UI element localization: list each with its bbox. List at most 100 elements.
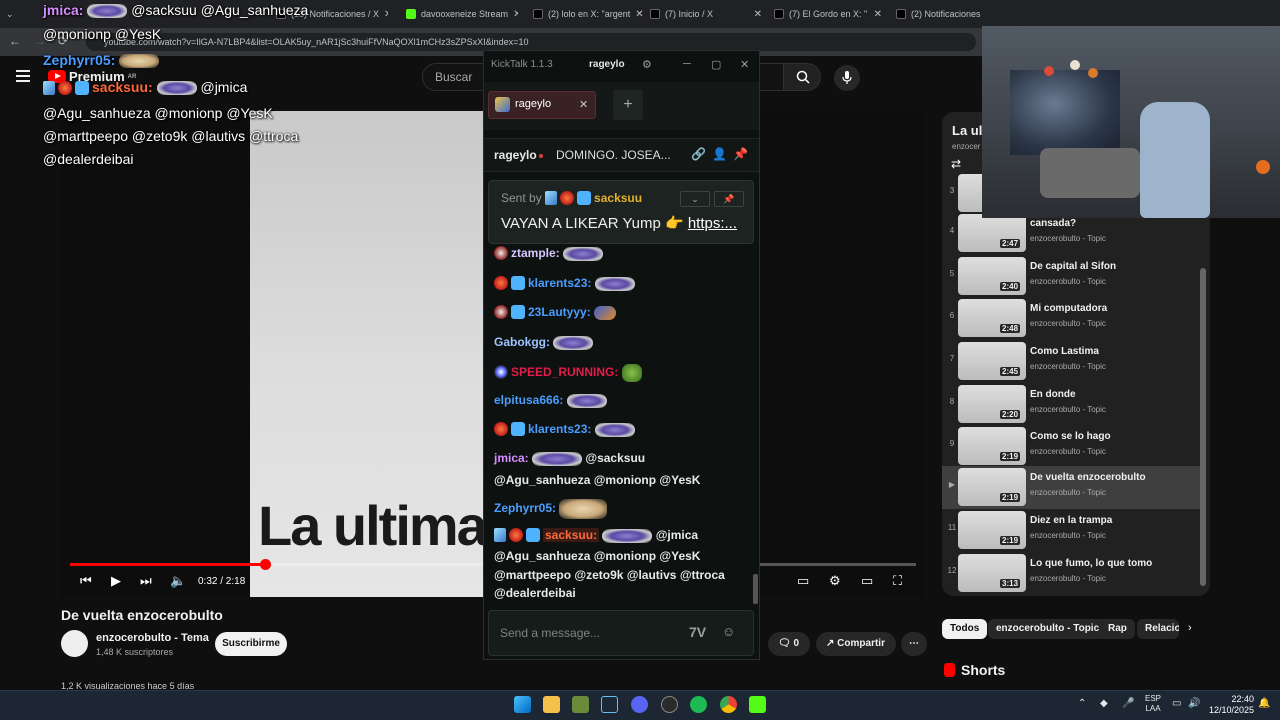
duration-badge: 2:19 <box>1000 452 1021 461</box>
maximize-icon[interactable]: ▢ <box>711 58 721 71</box>
chevron-right-icon[interactable]: › <box>1188 622 1192 634</box>
playlist-item[interactable]: 12 3:13 Lo que fumo, lo que tomo enzocerobu… <box>942 552 1200 595</box>
playlist-title[interactable]: La ul <box>952 123 982 138</box>
expand-pin-icon[interactable]: ⌄ <box>680 191 710 207</box>
share-button[interactable]: ↗ Compartir <box>816 632 896 656</box>
playlist-item[interactable]: 9 2:19 Como se lo hago enzocerobulto - Topi… <box>942 425 1200 468</box>
settings-icon[interactable]: ⚙ <box>829 573 841 589</box>
add-tab-button[interactable]: + <box>613 90 643 120</box>
playlist-item[interactable]: 8 2:20 En donde enzocerobulto - Topic <box>942 383 1200 426</box>
webcam-chair <box>1140 102 1210 218</box>
playlist-scrollbar[interactable] <box>1200 268 1206 586</box>
notification-icon[interactable]: 🔔 <box>1258 698 1270 709</box>
menu-icon[interactable] <box>16 70 30 82</box>
chat-scrollbar[interactable] <box>753 574 758 604</box>
next-icon[interactable]: ⏭ <box>140 573 152 589</box>
chevron-up-icon[interactable]: ⌃ <box>1078 698 1086 709</box>
spotify-icon[interactable] <box>690 696 707 713</box>
back-icon[interactable]: ← <box>9 34 21 48</box>
comments-button[interactable]: 🗨 0 <box>768 632 810 656</box>
theater-mode-icon[interactable]: ▭ <box>861 573 873 589</box>
pinned-by: Sent by sacksuu <box>501 191 643 205</box>
play-icon[interactable]: ▶ <box>111 573 121 589</box>
app-icon[interactable] <box>572 696 589 713</box>
channel-name[interactable]: enzocerobulto - Tema <box>96 632 209 644</box>
playlist-item[interactable]: 7 2:45 Como Lastima enzocerobulto - Topic <box>942 340 1200 383</box>
discord-icon[interactable] <box>631 696 648 713</box>
file-explorer-icon[interactable] <box>543 696 560 713</box>
pinned-link[interactable]: https:... <box>688 215 737 232</box>
previous-icon[interactable]: ⏮ <box>80 573 92 589</box>
search-icon <box>796 70 810 84</box>
browser-tab[interactable]: (7) Inicio / X ✕ <box>644 4 768 24</box>
subscribe-button[interactable]: Suscribirme <box>215 632 287 656</box>
chat-message: jmica: @sacksuu <box>494 451 646 466</box>
decoration <box>1044 66 1054 76</box>
chip-all[interactable]: Todos <box>942 619 988 639</box>
voice-search-button[interactable] <box>834 65 860 91</box>
tab-list-button[interactable]: ⌄ <box>0 4 24 24</box>
chip-related[interactable]: Relacio <box>1137 619 1179 639</box>
close-tab-icon[interactable]: ✕ <box>579 98 588 111</box>
volume-icon[interactable]: 🔈 <box>170 573 186 589</box>
chrome-icon[interactable] <box>720 696 737 713</box>
close-icon[interactable]: ✕ <box>874 9 888 20</box>
more-actions-button[interactable]: ⋯ <box>901 632 927 656</box>
start-icon[interactable] <box>514 696 531 713</box>
playlist-item[interactable]: 4 2:47 cansada? enzocerobulto - Topic <box>942 212 1200 255</box>
ice-badge-icon <box>511 305 525 319</box>
playlist-item-title: Como se lo hago <box>1030 431 1111 442</box>
browser-tab[interactable]: davooxeneize Stream ✕ <box>400 4 518 24</box>
playlist-item-title: cansada? <box>1030 218 1077 229</box>
7tv-emote-icon[interactable]: 7V <box>689 624 706 640</box>
gear-icon[interactable]: ⚙ <box>642 58 652 71</box>
kick-emote-icon[interactable]: ☺ <box>722 624 735 639</box>
scrubber-handle[interactable] <box>260 559 271 570</box>
kicktalk-icon[interactable] <box>749 696 766 713</box>
browser-tab[interactable]: (2) Notificaciones / X <box>890 4 982 24</box>
user-icon[interactable]: 👤 <box>712 147 727 161</box>
playlist-item-channel: enzocerobulto - Topic <box>1030 574 1106 583</box>
close-icon[interactable]: ✕ <box>384 9 388 20</box>
shorts-heading: Shorts <box>944 662 1005 678</box>
playlist-index: 4 <box>949 226 955 235</box>
channel-avatar[interactable] <box>61 630 88 657</box>
overlay-chat-line: @Agu_sanhueza @monionp @YesK <box>43 105 273 121</box>
playlist-item[interactable]: 6 2:48 Mi computadora enzocerobulto - Topic <box>942 297 1200 340</box>
close-icon[interactable]: ✕ <box>513 9 518 20</box>
clock[interactable]: 22:40 12/10/2025 <box>1208 694 1254 716</box>
fullscreen-icon[interactable]: ⛶ <box>893 573 902 589</box>
chip-channel[interactable]: enzocerobulto - Topic <box>988 619 1108 639</box>
mic-icon[interactable]: 🎤 <box>1122 698 1134 709</box>
obs-icon[interactable] <box>661 696 678 713</box>
pin-icon[interactable]: 📌 <box>733 147 748 161</box>
emote <box>594 305 617 320</box>
minimize-icon[interactable]: ─ <box>683 58 691 70</box>
chip-rap[interactable]: Rap <box>1100 619 1135 639</box>
emote <box>566 393 607 408</box>
subtitles-icon[interactable]: ▭ <box>797 573 809 589</box>
network-icon[interactable]: ▭ <box>1172 698 1181 709</box>
loop-icon[interactable]: ⇄ <box>951 157 961 171</box>
browser-tab[interactable]: (2) lolo en X: "argent ✕ <box>527 4 647 24</box>
language-indicator[interactable]: ESP LAA <box>1145 694 1161 714</box>
url-field[interactable]: youtube.com/watch?v=IlGA-N7LBP4&list=OLA… <box>86 33 976 51</box>
playlist-item[interactable]: 5 2:40 De capital al Sifon enzocerobulto - … <box>942 255 1200 298</box>
playlist-item[interactable]: ▶ 2:19 De vuelta enzocerobulto enzocerobult… <box>942 466 1200 509</box>
live-dot-icon <box>539 154 543 158</box>
playlist-item-title: De vuelta enzocerobulto <box>1030 472 1146 483</box>
search-button[interactable] <box>783 63 821 91</box>
playlist-item[interactable]: 11 2:19 Diez en la trampa enzocerobulto - T… <box>942 509 1200 552</box>
volume-icon[interactable]: 🔊 <box>1188 698 1200 709</box>
close-icon[interactable]: ✕ <box>754 9 768 20</box>
account-name[interactable]: rageylo <box>589 59 625 70</box>
tray-app-icon[interactable]: ◆ <box>1100 698 1108 709</box>
close-icon[interactable]: ✕ <box>740 58 749 71</box>
browser-tab[interactable]: (7) El Gordo en X: " ✕ <box>768 4 888 24</box>
link-icon[interactable]: 🔗 <box>691 147 706 161</box>
playlist-item-channel: enzocerobulto - Topic <box>1030 319 1106 328</box>
emote <box>594 276 635 291</box>
steam-icon[interactable] <box>601 696 618 713</box>
ice-badge-icon <box>75 81 89 95</box>
unpin-icon[interactable]: 📌 <box>714 191 744 207</box>
